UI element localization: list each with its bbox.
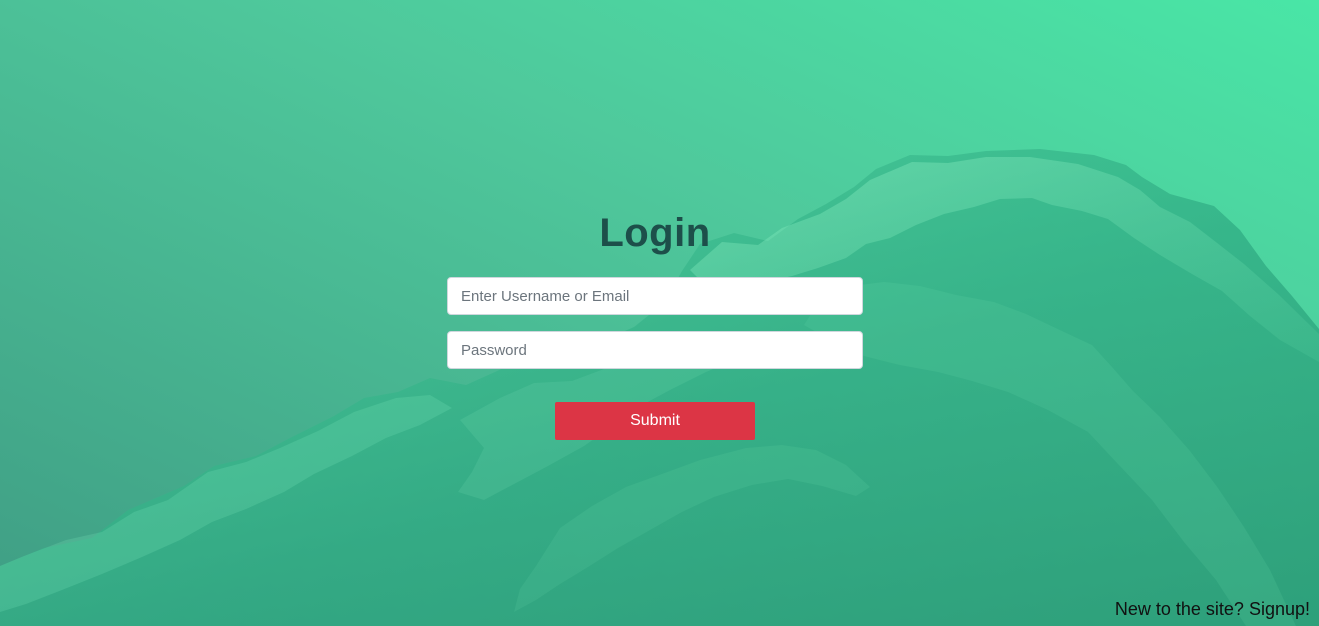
signup-link[interactable]: New to the site? Signup!	[1115, 597, 1310, 621]
username-email-input[interactable]	[447, 277, 863, 315]
login-page: Login Submit New to the site? Signup!	[0, 0, 1319, 626]
password-input[interactable]	[447, 331, 863, 369]
submit-button[interactable]: Submit	[555, 402, 755, 440]
page-title: Login	[599, 210, 711, 255]
